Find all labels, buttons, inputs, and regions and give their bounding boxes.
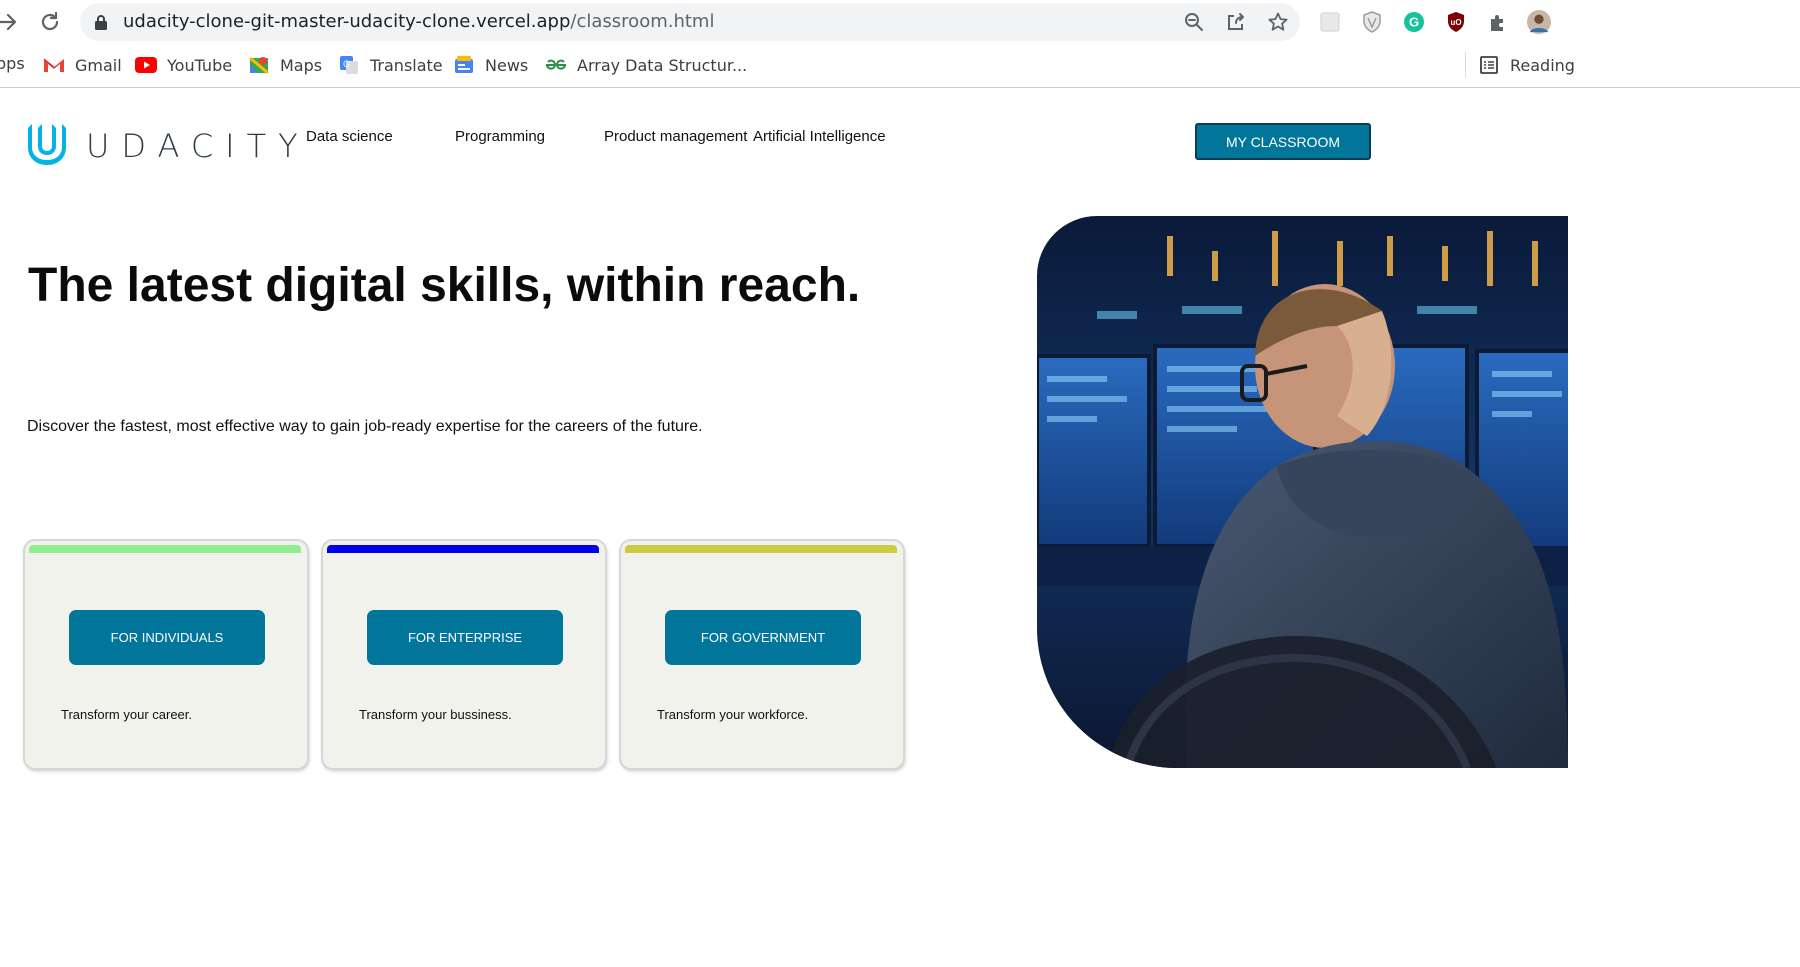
bookmark-label: Gmail xyxy=(75,55,122,75)
for-individuals-button[interactable]: FOR INDIVIDUALS xyxy=(69,610,265,665)
bookmarks-bar: pps Gmail YouTube Maps G Translate News xyxy=(0,44,1800,88)
puzzle-icon[interactable] xyxy=(1486,10,1510,34)
ublock-icon[interactable]: uO xyxy=(1444,10,1468,34)
url-host: udacity-clone-git-master-udacity-clone.v… xyxy=(123,11,571,32)
bookmark-maps[interactable]: Maps xyxy=(248,54,322,76)
extension-grid-icon[interactable] xyxy=(1318,10,1342,34)
nav-product-management[interactable]: Product management xyxy=(604,128,747,145)
card-description: Transform your bussiness. xyxy=(359,707,512,722)
bookmark-apps[interactable]: pps xyxy=(0,54,25,73)
translate-icon: G xyxy=(338,54,360,76)
geeksforgeeks-icon xyxy=(545,54,567,76)
bookmark-label: News xyxy=(485,55,529,75)
share-icon[interactable] xyxy=(1225,11,1247,33)
browser-toolbar: udacity-clone-git-master-udacity-clone.v… xyxy=(0,0,1800,44)
reading-list-label: Reading xyxy=(1510,55,1575,75)
card-individuals: FOR INDIVIDUALS Transform your career. xyxy=(25,541,307,768)
bookmark-label: Array Data Structur... xyxy=(577,55,748,75)
card-description: Transform your workforce. xyxy=(657,707,809,722)
card-enterprise: FOR ENTERPRISE Transform your bussiness. xyxy=(323,541,605,768)
svg-text:uO: uO xyxy=(1450,18,1461,27)
bookmark-label: Translate xyxy=(370,55,443,75)
bookmark-news[interactable]: News xyxy=(453,54,528,76)
hero-image xyxy=(1037,216,1568,768)
bookmark-label: Maps xyxy=(280,55,323,75)
address-bar[interactable]: udacity-clone-git-master-udacity-clone.v… xyxy=(80,3,1300,41)
card-accent-bar xyxy=(327,545,599,553)
udacity-logo-text: UDACITY xyxy=(86,126,310,165)
udacity-logo-icon xyxy=(26,120,68,171)
zoom-icon[interactable] xyxy=(1183,11,1205,33)
bookmarks-divider xyxy=(1465,52,1466,78)
bookmark-youtube[interactable]: YouTube xyxy=(135,54,232,76)
gmail-icon xyxy=(43,54,65,76)
udacity-logo[interactable]: UDACITY xyxy=(26,120,310,171)
shield-icon[interactable] xyxy=(1360,10,1384,34)
bookmark-label: YouTube xyxy=(167,55,233,75)
hero-subtitle: Discover the fastest, most effective way… xyxy=(27,418,703,435)
grammarly-icon[interactable]: G xyxy=(1402,10,1426,34)
nav-data-science[interactable]: Data science xyxy=(306,128,393,145)
url-path: /classroom.html xyxy=(570,11,715,32)
nav-programming[interactable]: Programming xyxy=(455,128,545,145)
for-enterprise-button[interactable]: FOR ENTERPRISE xyxy=(367,610,563,665)
maps-icon xyxy=(248,54,270,76)
card-description: Transform your career. xyxy=(61,707,193,722)
my-classroom-button[interactable]: MY CLASSROOM xyxy=(1195,123,1371,160)
youtube-icon xyxy=(135,54,157,76)
reading-list-icon xyxy=(1478,54,1500,76)
bookmark-label: pps xyxy=(0,54,25,73)
star-icon[interactable] xyxy=(1267,11,1289,33)
lock-icon xyxy=(94,14,108,35)
for-government-button[interactable]: FOR GOVERNMENT xyxy=(665,610,861,665)
avatar[interactable] xyxy=(1527,10,1551,34)
reload-icon[interactable] xyxy=(36,8,64,36)
bookmark-gmail[interactable]: Gmail xyxy=(43,54,122,76)
forward-icon[interactable] xyxy=(0,8,22,36)
news-icon xyxy=(453,54,475,76)
nav-artificial-intelligence[interactable]: Artificial Intelligence xyxy=(753,128,886,145)
card-accent-bar xyxy=(625,545,897,553)
card-accent-bar xyxy=(29,545,301,553)
svg-text:G: G xyxy=(1409,15,1419,30)
url-text[interactable]: udacity-clone-git-master-udacity-clone.v… xyxy=(123,11,714,32)
hero-title: The latest digital skills, within reach. xyxy=(28,259,861,312)
bookmark-array-data-structures[interactable]: Array Data Structur... xyxy=(545,54,747,76)
card-government: FOR GOVERNMENT Transform your workforce. xyxy=(621,541,903,768)
svg-text:G: G xyxy=(343,59,350,69)
reading-list-button[interactable]: Reading xyxy=(1478,54,1575,76)
bookmark-translate[interactable]: G Translate xyxy=(338,54,443,76)
